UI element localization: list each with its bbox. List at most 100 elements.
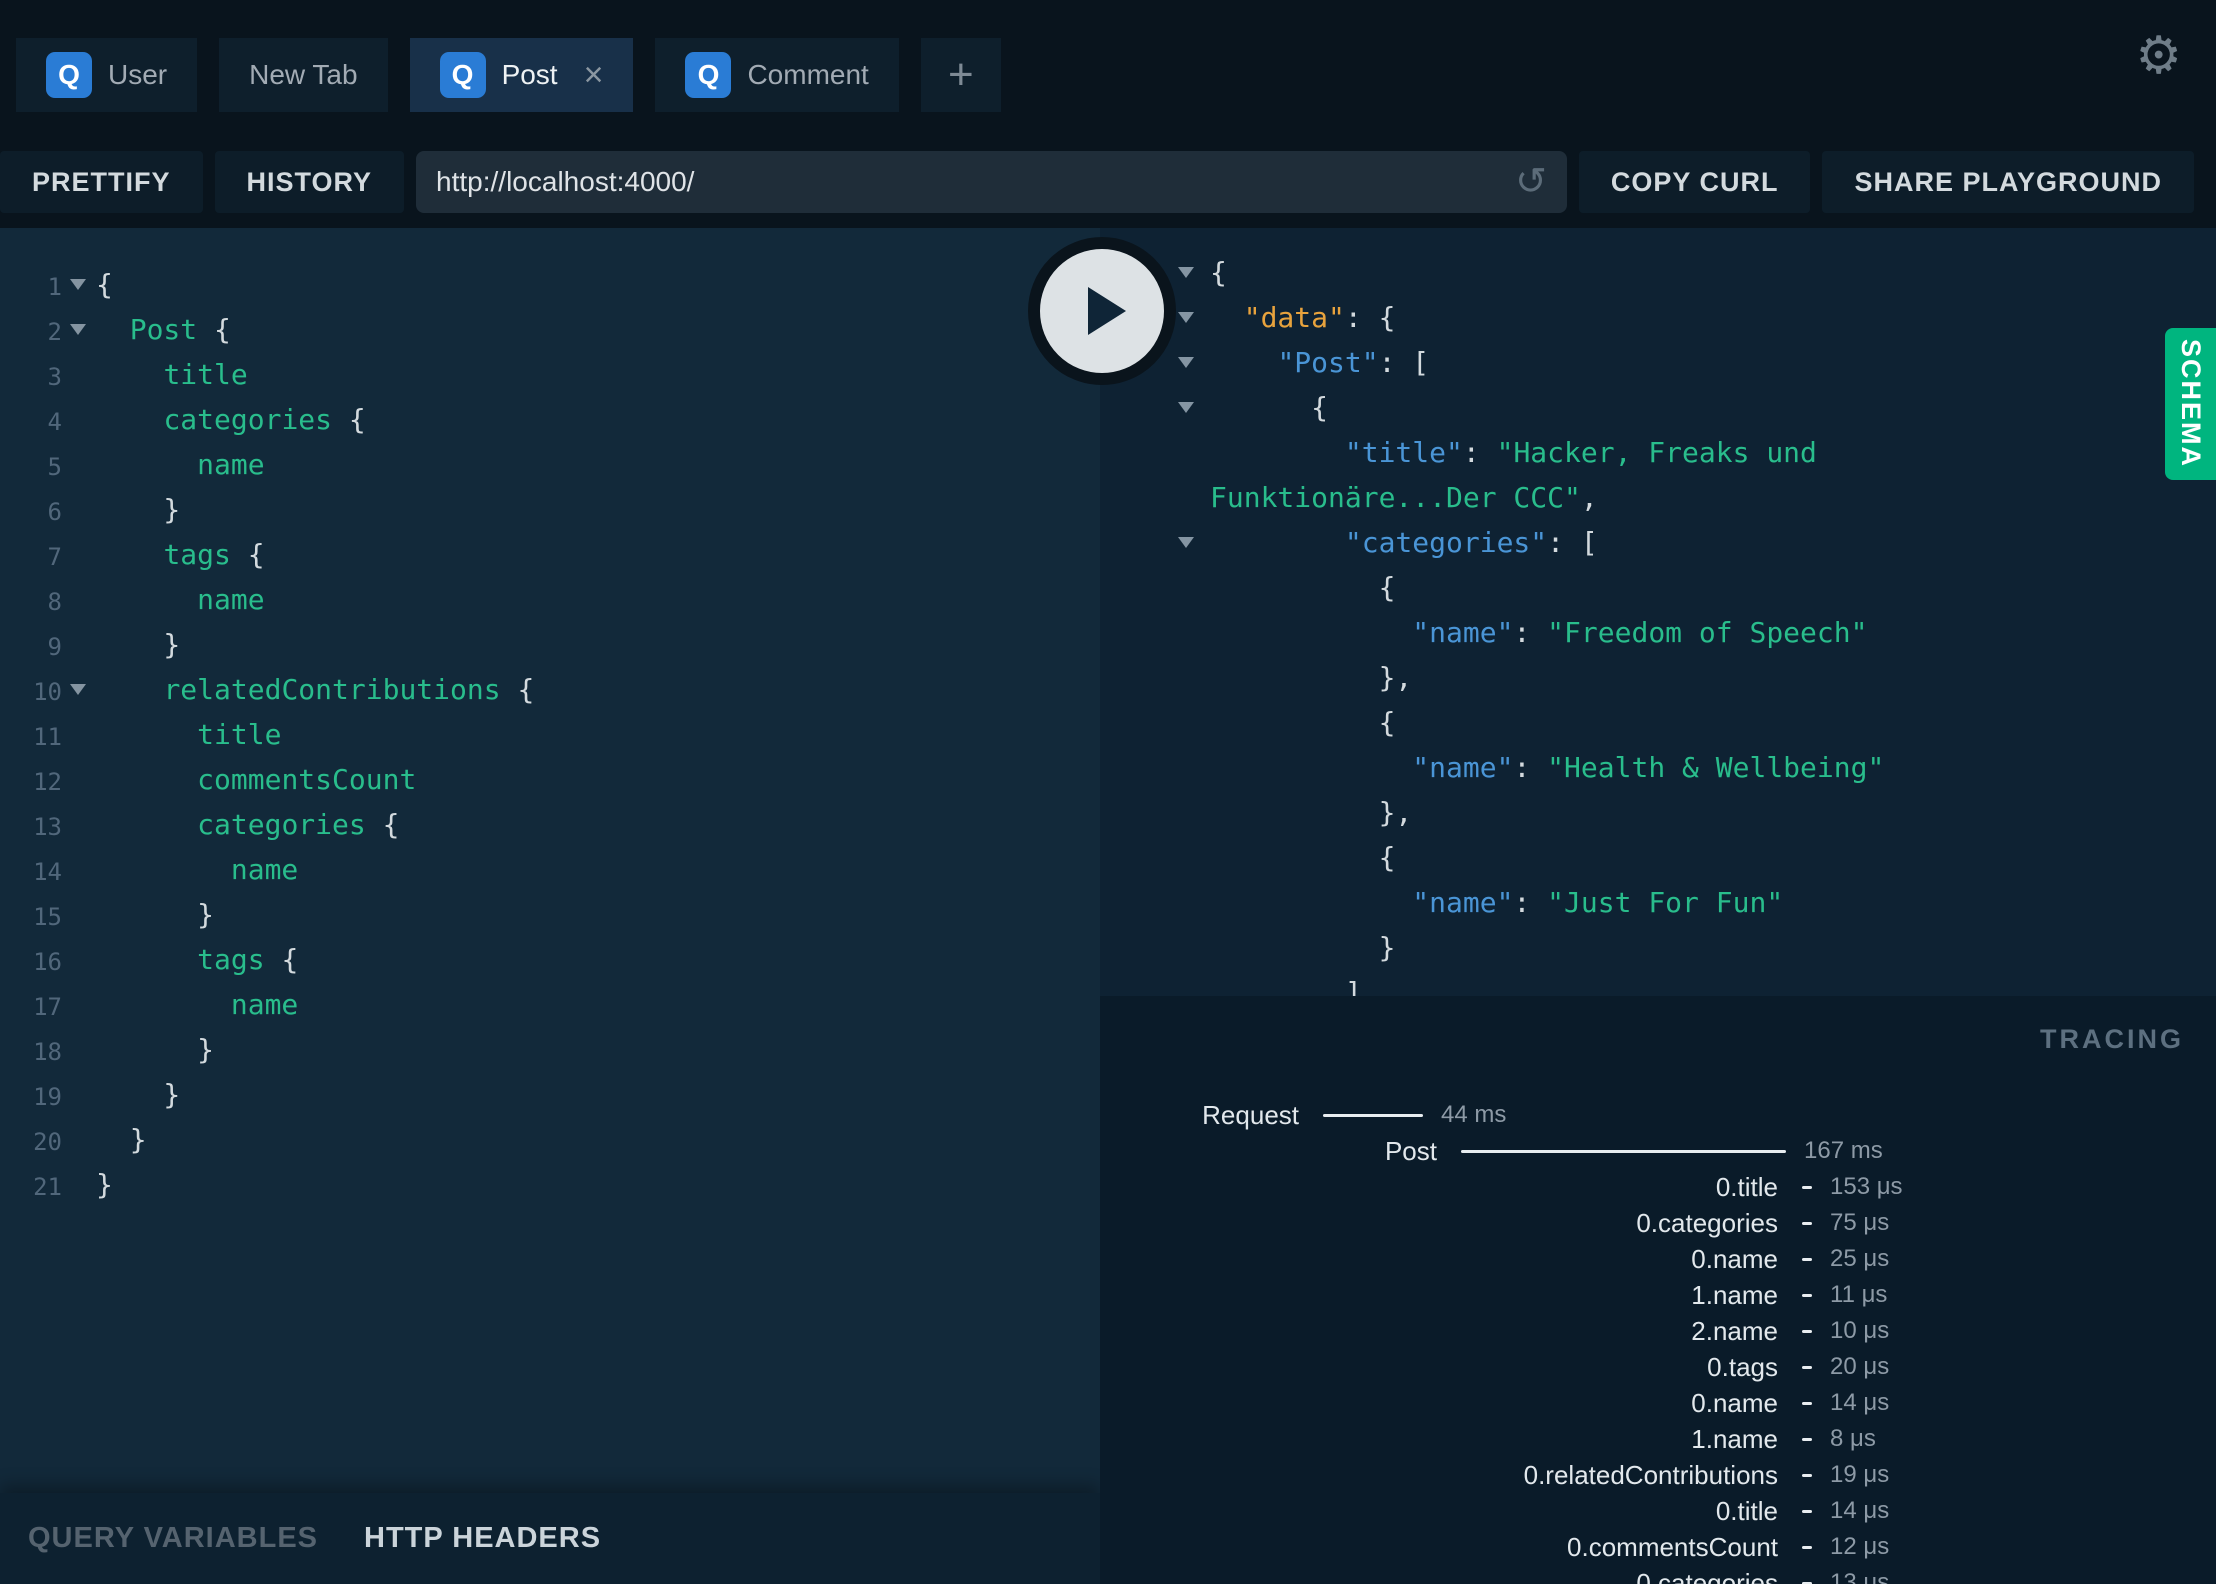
editor-line: 17 name [0, 982, 1100, 1027]
code-text: { [96, 268, 113, 301]
tab-post[interactable]: Q Post × [409, 38, 634, 112]
url-input[interactable] [436, 166, 1516, 198]
tab-new-tab[interactable]: New Tab [219, 38, 388, 112]
tab-user[interactable]: Q User [16, 38, 198, 112]
right-pane: { "data": { "Post": [ { "title": "Hacker… [1100, 228, 2216, 1584]
trace-row: 0.name 14 μs [1100, 1385, 2184, 1421]
code-text: title [163, 358, 248, 391]
line-number: 13 [33, 813, 62, 841]
http-headers-tab[interactable]: HTTP HEADERS [364, 1522, 601, 1555]
line-number: 18 [33, 1038, 62, 1066]
settings-gear-icon[interactable]: ⚙ [2135, 30, 2182, 82]
response-line: "name": "Health & Wellbeing" [1100, 745, 2216, 790]
line-number: 10 [33, 678, 62, 706]
tab-label: Post [501, 59, 558, 90]
close-tab-icon[interactable]: × [584, 58, 604, 92]
prettify-button[interactable]: PRETTIFY [0, 151, 203, 213]
trace-bar [1802, 1221, 1812, 1225]
response-line: "name": "Freedom of Speech" [1100, 610, 2216, 655]
editor-line: 12 commentsCount [0, 757, 1100, 802]
response-json: { "data": { "Post": [ { "title": "Hacker… [1100, 250, 2216, 996]
code-text: title [197, 718, 282, 751]
trace-time: 44 ms [1441, 1101, 1507, 1128]
tab-comment[interactable]: Q Comment [655, 38, 899, 112]
editor-line: 21} [0, 1162, 1100, 1207]
query-icon: Q [685, 52, 732, 98]
response-line: }, [1100, 655, 2216, 700]
trace-bar [1802, 1185, 1812, 1189]
trace-label: 0.name [1691, 1387, 1778, 1418]
tab-bar: Q User New Tab Q Post × Q Comment + [0, 38, 2216, 112]
query-editor-pane[interactable]: 1{2 Post {3 title 4 categories {5 name 6 }… [0, 228, 1100, 1584]
trace-bar [1802, 1545, 1812, 1549]
response-line: } [1100, 925, 2216, 970]
trace-bar [1802, 1257, 1812, 1261]
trace-label: 0.title [1715, 1171, 1778, 1202]
code-text: commentsCount [197, 763, 417, 796]
copy-curl-button[interactable]: COPY CURL [1578, 151, 1811, 213]
fold-arrow-icon[interactable] [62, 307, 96, 352]
history-button[interactable]: HISTORY [214, 151, 405, 213]
response-line: "Post": [ [1100, 340, 2216, 385]
trace-time: 20 μs [1830, 1353, 1890, 1380]
code-text: Post { [129, 313, 231, 346]
trace-bar [1802, 1365, 1812, 1369]
fold-arrow-icon[interactable] [62, 262, 96, 307]
query-editor[interactable]: 1{2 Post {3 title 4 categories {5 name 6 }… [0, 228, 1100, 1493]
trace-label: 1.name [1691, 1279, 1778, 1310]
line-number: 4 [47, 408, 62, 436]
schema-tab[interactable]: SCHEMA [2165, 328, 2216, 480]
top-bar: Q User New Tab Q Post × Q Comment + ⚙ [0, 0, 2216, 136]
code-text: "name": "Just For Fun" [1412, 886, 1784, 919]
fold-arrow-icon[interactable] [1100, 520, 1210, 565]
code-text: } [96, 1168, 113, 1201]
new-tab-button[interactable]: + [920, 38, 1001, 112]
code-text: } [96, 628, 181, 661]
code-text: } [96, 493, 181, 526]
fold-arrow-icon[interactable] [62, 667, 96, 712]
code-text: } [1210, 931, 1396, 964]
code-text: "categories": [ [1344, 526, 1598, 559]
playground-window: Q User New Tab Q Post × Q Comment + ⚙ PRETTIFY H… [0, 0, 2216, 1584]
query-variables-tab[interactable]: QUERY VARIABLES [28, 1522, 318, 1555]
editor-line: 5 name [0, 442, 1100, 487]
editor-line: 19 } [0, 1072, 1100, 1117]
line-number: 9 [47, 633, 62, 661]
code-text: "Post": [ [1277, 346, 1430, 379]
trace-row: 0.categories 75 μs [1100, 1205, 2184, 1241]
trace-label: 2.name [1691, 1315, 1778, 1346]
trace-row: 1.name 8 μs [1100, 1421, 2184, 1457]
trace-label: 0.categories [1636, 1207, 1778, 1238]
execute-query-button[interactable] [1028, 237, 1176, 385]
reload-icon[interactable]: ↺ [1515, 163, 1547, 201]
trace-label: 0.relatedContributions [1523, 1459, 1778, 1490]
trace-time: 11 μs [1830, 1281, 1888, 1308]
editor-line: 3 title [0, 352, 1100, 397]
response-line: }, [1100, 790, 2216, 835]
line-number: 2 [47, 318, 62, 346]
trace-time: 8 μs [1830, 1425, 1876, 1452]
trace-bar [1802, 1473, 1812, 1477]
code-text: name [230, 853, 299, 886]
code-text: "name": "Freedom of Speech" [1412, 616, 1868, 649]
share-playground-button[interactable]: SHARE PLAYGROUND [1822, 151, 2194, 213]
fold-arrow-icon[interactable] [1100, 385, 1210, 430]
trace-label: 1.name [1691, 1423, 1778, 1454]
code-text: "data": { [1243, 301, 1396, 334]
trace-row: Post 167 ms [1100, 1133, 2184, 1169]
trace-row: 1.name 11 μs [1100, 1277, 2184, 1313]
